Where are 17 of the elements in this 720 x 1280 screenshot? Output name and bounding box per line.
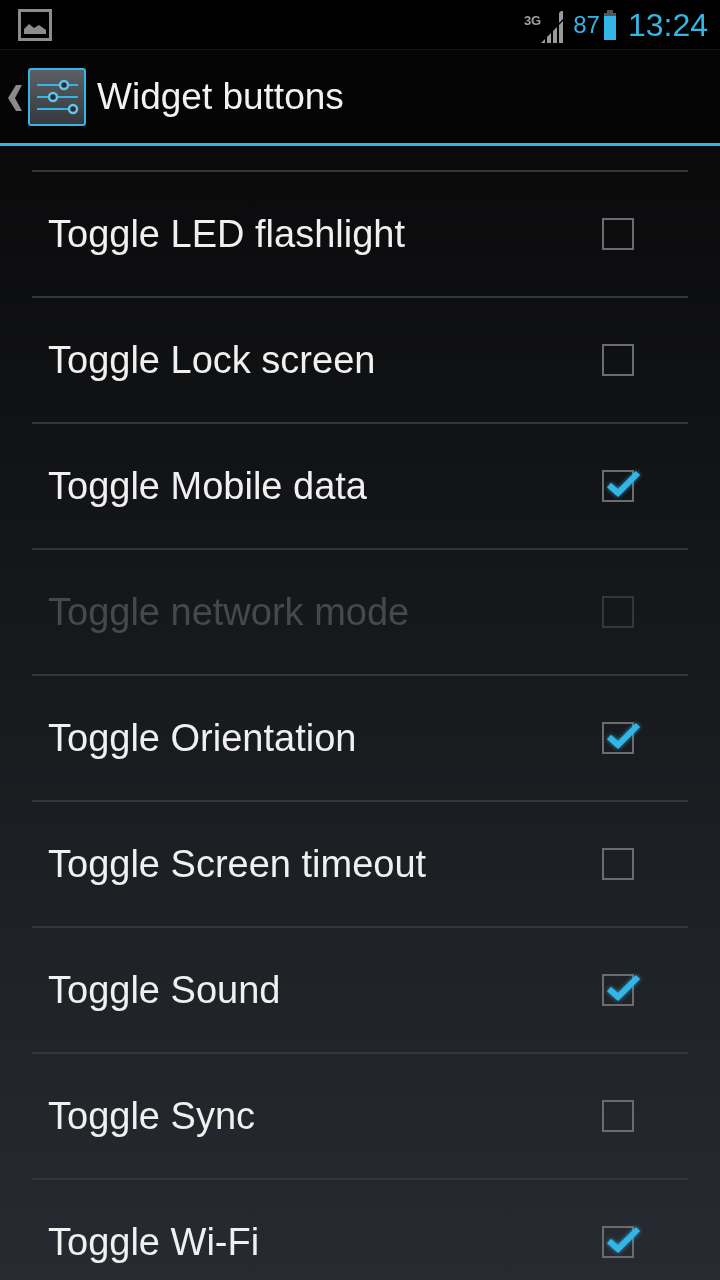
battery-icon [603, 9, 616, 40]
setting-label[interactable]: Toggle LED flashlight [48, 212, 405, 256]
sliders-icon[interactable] [28, 67, 86, 126]
setting-label[interactable]: Toggle Sync [48, 1094, 255, 1138]
setting-label[interactable]: Toggle Sound [48, 968, 281, 1012]
setting-label[interactable]: Toggle Wi-Fi [48, 1220, 260, 1264]
battery-percent: 87 [573, 10, 600, 39]
setting-label[interactable]: Toggle Lock screen [48, 338, 376, 382]
setting-label[interactable]: Toggle Orientation [48, 716, 357, 760]
screen-title: Widget buttons [97, 75, 344, 118]
setting-label[interactable]: Toggle Screen timeout [48, 842, 427, 886]
network-type-label: 3G [523, 13, 542, 28]
picture-icon [18, 8, 52, 41]
setting-label[interactable]: Toggle Mobile data [48, 464, 367, 508]
caret-icon[interactable] [8, 84, 22, 111]
clock-time: 13:24 [627, 6, 708, 43]
signal-icon [541, 10, 564, 43]
